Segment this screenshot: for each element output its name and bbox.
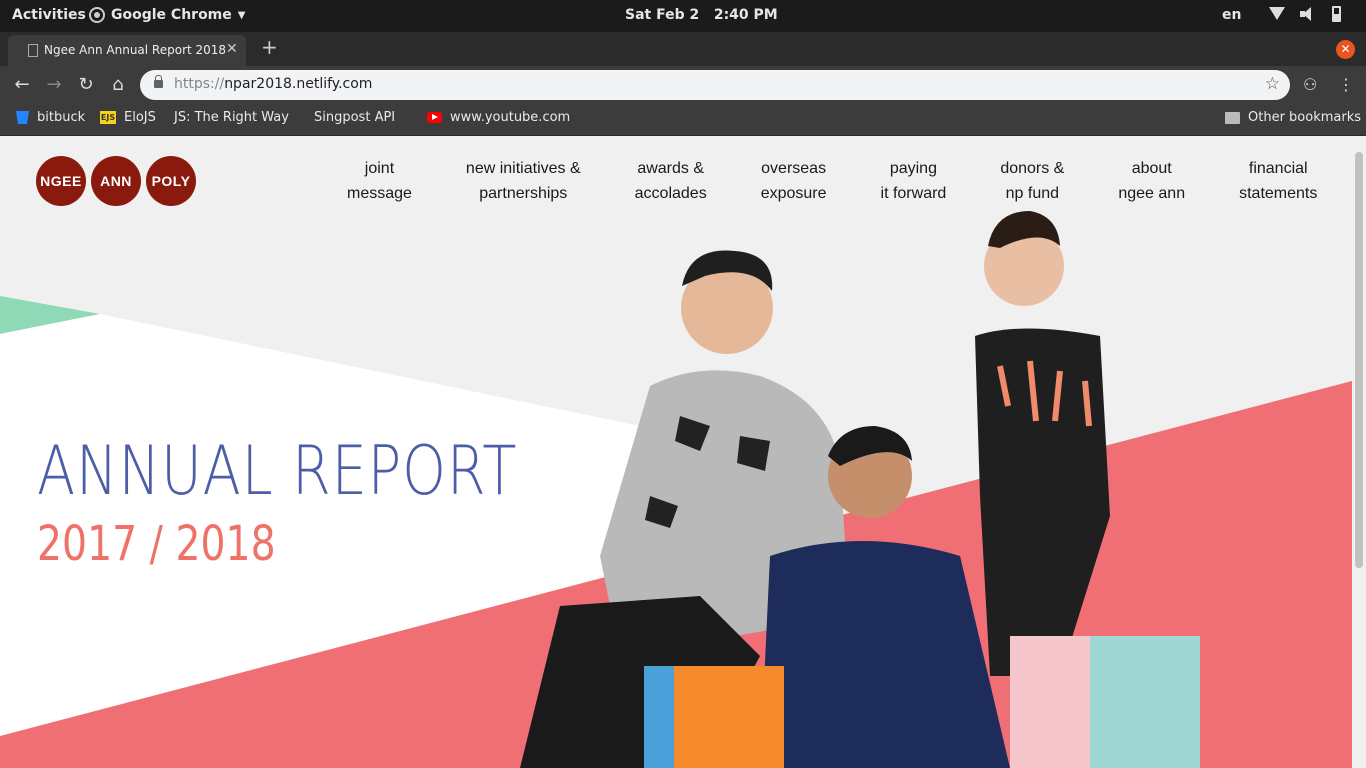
chrome-icon (89, 7, 105, 23)
url-text: https://npar2018.netlify.com (174, 76, 373, 92)
forward-button[interactable]: → (43, 74, 65, 95)
scrollbar-thumb[interactable] (1355, 152, 1363, 568)
hero-title: ANNUAL REPORT (37, 432, 518, 511)
tab-title: Ngee Ann Annual Report 2018 (44, 43, 227, 57)
clock[interactable]: Sat Feb 2 2:40 PM (625, 7, 778, 23)
page-scrollbar[interactable] (1352, 136, 1366, 768)
bitbucket-icon (16, 111, 29, 124)
bookmark-elojs[interactable]: EJS EloJS (100, 110, 156, 125)
back-button[interactable]: ← (11, 74, 33, 95)
activities-button[interactable]: Activities (12, 7, 86, 23)
nav-financial-statements[interactable]: financial statements (1212, 156, 1344, 206)
system-top-bar: Activities Google Chrome ▼ Sat Feb 2 2:4… (0, 0, 1366, 32)
language-indicator[interactable]: en (1222, 7, 1241, 23)
new-tab-button[interactable]: + (261, 35, 278, 59)
system-menu[interactable] (1268, 6, 1341, 22)
page-content: NGEE ANN POLY joint message new initiativ… (0, 136, 1352, 768)
ngee-ann-poly-logo[interactable]: NGEE ANN POLY (36, 156, 196, 206)
logo-disc-ann: ANN (91, 156, 141, 206)
bookmark-bitbuck[interactable]: bitbuck (16, 110, 85, 125)
bookmarks-bar: bitbuck EJS EloJS JS: The Right Way Sing… (0, 104, 1366, 259)
bookmark-youtube[interactable]: www.youtube.com (427, 110, 570, 125)
address-bar[interactable]: https://npar2018.netlify.com ☆ (140, 70, 1290, 100)
nav-awards[interactable]: awards & accolades (608, 156, 734, 206)
logo-disc-ngee: NGEE (36, 156, 86, 206)
folder-icon (1225, 111, 1240, 124)
logo-disc-poly: POLY (146, 156, 196, 206)
menu-icon[interactable]: ⋮ (1338, 75, 1354, 94)
tab-strip: Ngee Ann Annual Report 2018 ✕ + (0, 32, 1366, 66)
bookmark-singpost-api[interactable]: Singpost API (314, 110, 395, 259)
nav-about[interactable]: about ngee ann (1091, 156, 1212, 206)
volume-icon (1300, 6, 1318, 22)
students-photo (520, 211, 1200, 768)
app-name: Google Chrome (111, 7, 232, 23)
youtube-icon (427, 112, 442, 123)
browser-toolbar: ← → ↻ ⌂ https://npar2018.netlify.com ☆ ⚇… (0, 66, 1366, 104)
bookmark-star-icon[interactable]: ☆ (1265, 74, 1280, 94)
nav-overseas-exposure[interactable]: overseas exposure (734, 156, 854, 206)
battery-icon (1332, 6, 1341, 22)
bookmark-js-right-way[interactable]: JS: The Right Way (174, 110, 289, 259)
close-tab-icon[interactable]: ✕ (226, 41, 238, 57)
ejs-icon: EJS (100, 111, 116, 124)
wifi-icon (1268, 7, 1286, 21)
nav-joint-message[interactable]: joint message (320, 156, 439, 206)
nav-paying-it-forward[interactable]: paying it forward (854, 156, 974, 206)
reload-button[interactable]: ↻ (75, 74, 97, 95)
page-icon (28, 44, 38, 57)
nav-new-initiatives[interactable]: new initiatives & partnerships (439, 156, 608, 206)
browser-tab[interactable]: Ngee Ann Annual Report 2018 ✕ (8, 35, 246, 66)
app-menu[interactable]: Google Chrome ▼ (89, 7, 245, 23)
incognito-extension-icon[interactable]: ⚇ (1303, 75, 1317, 94)
nav-donors[interactable]: donors & np fund (973, 156, 1091, 206)
lock-icon (154, 75, 163, 88)
window-close-button[interactable]: ✕ (1336, 40, 1355, 59)
main-nav: joint message new initiatives & partnershi… (320, 156, 1344, 206)
hero-years: 2017 / 2018 (37, 516, 276, 572)
other-bookmarks[interactable]: Other bookmarks (1225, 110, 1361, 125)
chevron-down-icon: ▼ (237, 9, 246, 21)
home-button[interactable]: ⌂ (107, 74, 129, 95)
